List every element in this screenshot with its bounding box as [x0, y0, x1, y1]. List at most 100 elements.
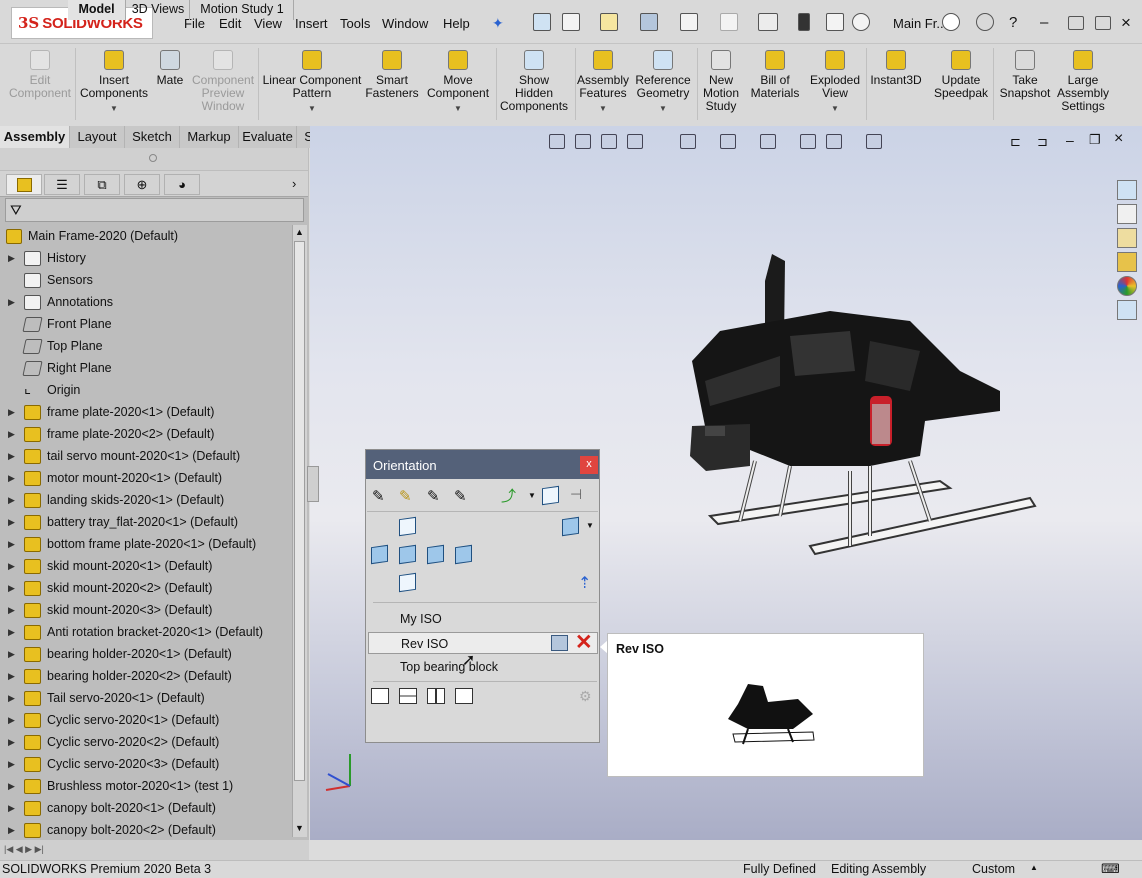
tree-item[interactable]: ▶ canopy bolt-2020<1> (Default) — [0, 797, 292, 819]
file-explorer-icon[interactable] — [1117, 228, 1137, 248]
scroll-down-icon[interactable]: ▼ — [295, 823, 304, 833]
maximize-icon[interactable] — [1095, 16, 1111, 30]
chevron-right-icon[interactable]: ▶ — [8, 605, 18, 616]
status-units[interactable]: Custom — [972, 862, 1015, 876]
tree-item[interactable]: ▶ skid mount-2020<2> (Default) — [0, 577, 292, 599]
tree-item[interactable]: ▶ Cyclic servo-2020<3> (Default) — [0, 753, 292, 775]
tree-item[interactable]: ▶ Annotations — [0, 291, 292, 313]
new-view-icon[interactable]: ✎ — [372, 487, 385, 505]
home-icon[interactable] — [533, 13, 551, 31]
gear-icon[interactable] — [852, 13, 870, 31]
chevron-right-icon[interactable]: ▶ — [8, 539, 18, 550]
chevron-right-icon[interactable]: ▶ — [8, 561, 18, 572]
ribbon-button-exploded-view[interactable]: Exploded View ▼ — [810, 50, 860, 115]
chevron-right-icon[interactable]: ▶ — [8, 693, 18, 704]
panel-gripper-icon[interactable] — [149, 154, 157, 162]
feature-manager-tab[interactable] — [6, 174, 42, 195]
configuration-manager-tab[interactable]: ⧉ — [84, 174, 120, 195]
two-view-vertical-icon[interactable] — [427, 688, 445, 704]
display-style-icon[interactable] — [760, 134, 776, 149]
tree-item[interactable]: ▶ Cyclic servo-2020<2> (Default) — [0, 731, 292, 753]
chevron-right-icon[interactable]: ▶ — [8, 473, 18, 484]
tab-sketch[interactable]: Sketch — [125, 126, 180, 148]
tree-item[interactable]: Front Plane — [0, 313, 292, 335]
view-my-iso[interactable]: My ISO — [368, 608, 598, 630]
tree-item[interactable]: ▶ bearing holder-2020<1> (Default) — [0, 643, 292, 665]
chevron-right-icon[interactable]: ▶ — [8, 583, 18, 594]
ribbon-button-move-component[interactable]: Move Component ▼ — [427, 50, 489, 115]
link-views-icon[interactable]: ⚙ — [579, 688, 592, 705]
ribbon-button-component-preview-window[interactable]: Component Preview Window — [192, 50, 254, 113]
panel-splitter-handle[interactable] — [307, 466, 319, 502]
undo-icon[interactable] — [720, 13, 738, 31]
view-orientation-icon[interactable] — [720, 134, 736, 149]
ribbon-button-assembly-features[interactable]: Assembly Features ▼ — [577, 50, 629, 115]
reset-views-icon[interactable]: ✎ — [427, 487, 440, 505]
right-view-cube-icon[interactable] — [427, 544, 444, 565]
chevron-right-icon[interactable]: ▶ — [8, 649, 18, 660]
tree-item[interactable]: Right Plane — [0, 357, 292, 379]
top-view-cube-icon[interactable] — [399, 516, 416, 537]
view-selector-cube-icon[interactable] — [542, 485, 559, 506]
update-view-icon[interactable]: ✎ — [399, 487, 412, 505]
ribbon-button-smart-fasteners[interactable]: Smart Fasteners — [365, 50, 419, 100]
pin-icon[interactable]: ⊣ — [570, 486, 582, 503]
zoom-to-area-icon[interactable] — [575, 134, 591, 149]
chevron-up-icon[interactable]: ▲ — [1030, 863, 1038, 872]
tree-item[interactable]: ▶ bearing holder-2020<2> (Default) — [0, 665, 292, 687]
chevron-down-icon[interactable]: ▼ — [599, 102, 607, 115]
rebuild-status-icon[interactable]: ⌨ — [1101, 861, 1120, 877]
solidworks-resources-icon[interactable] — [1117, 180, 1137, 200]
chevron-right-icon[interactable]: ▶ — [8, 495, 18, 506]
tree-item[interactable]: ⌞ Origin — [0, 379, 292, 401]
view-palette-icon[interactable] — [1117, 252, 1137, 272]
ribbon-button-billof-materials[interactable]: Bill of Materials — [751, 50, 799, 100]
tree-item[interactable]: ▶ landing skids-2020<1> (Default) — [0, 489, 292, 511]
chevron-right-icon[interactable]: ▶ — [8, 297, 18, 308]
appearances-icon[interactable] — [1117, 276, 1137, 296]
chevron-right-icon[interactable]: ▶ — [8, 737, 18, 748]
chevron-right-icon[interactable]: ▶ — [8, 781, 18, 792]
viewport-collapse-icon[interactable]: ⊏ — [1010, 134, 1021, 150]
ribbon-button-mate[interactable]: Mate — [155, 50, 185, 87]
single-view-icon[interactable] — [371, 688, 389, 704]
tree-item[interactable]: ▶ Brushless motor-2020<1> (test 1) — [0, 775, 292, 797]
two-view-horizontal-icon[interactable] — [399, 688, 417, 704]
close-icon[interactable]: × — [1121, 13, 1131, 33]
chevron-right-icon[interactable]: › — [292, 176, 296, 191]
tree-item[interactable]: ▶ History — [0, 247, 292, 269]
tree-item[interactable]: ▶ frame plate-2020<2> (Default) — [0, 423, 292, 445]
chevron-right-icon[interactable]: ▶ — [8, 759, 18, 770]
chevron-right-icon[interactable]: ▶ — [8, 429, 18, 440]
ribbon-button-linearcomponent-pattern[interactable]: Linear Component Pattern ▼ — [262, 50, 362, 115]
chevron-down-icon[interactable]: ▼ — [308, 102, 316, 115]
dynamic-annotation-icon[interactable] — [680, 134, 696, 149]
ribbon-button-insert-components[interactable]: Insert Components ▼ — [79, 50, 149, 115]
hide-show-items-icon[interactable] — [800, 134, 816, 149]
ribbon-button-show-hidden-components[interactable]: Show Hidden Components — [500, 50, 568, 113]
previous-view-icon[interactable] — [601, 134, 617, 149]
bottom-view-cube-icon[interactable] — [399, 572, 416, 593]
chevron-down-icon[interactable]: ▼ — [659, 102, 667, 115]
help-icon[interactable]: ? — [1009, 14, 1017, 31]
tree-item[interactable]: ▶ canopy bolt-2020<2> (Default) — [0, 819, 292, 841]
viewport-restore-icon[interactable]: ❐ — [1089, 132, 1101, 148]
chevron-right-icon[interactable]: ▶ — [8, 671, 18, 682]
tab-3d-views[interactable]: 3D Views — [127, 0, 190, 20]
tree-item[interactable]: ▶ Tail servo-2020<1> (Default) — [0, 687, 292, 709]
ribbon-button-edit-component[interactable]: Edit Component — [8, 50, 72, 100]
chevron-right-icon[interactable]: ▶ — [8, 825, 18, 836]
tree-scrollbar-thumb[interactable] — [294, 241, 305, 781]
view-selector-triad-icon[interactable]: ⤴ — [501, 485, 516, 506]
chevron-right-icon[interactable]: ▶ — [8, 407, 18, 418]
tree-item[interactable]: ▶ tail servo mount-2020<1> (Default) — [0, 445, 292, 467]
four-view-icon[interactable] — [455, 688, 473, 704]
print-icon[interactable] — [680, 13, 698, 31]
viewport-close-icon[interactable]: × — [1114, 130, 1123, 148]
tree-item[interactable]: ▶ Cyclic servo-2020<1> (Default) — [0, 709, 292, 731]
tree-item[interactable]: ▶ frame plate-2020<1> (Default) — [0, 401, 292, 423]
tree-item[interactable]: Sensors — [0, 269, 292, 291]
chevron-right-icon[interactable]: ▶ — [8, 451, 18, 462]
chevron-down-icon[interactable]: ▼ — [528, 491, 536, 500]
design-library-icon[interactable] — [1117, 204, 1137, 224]
